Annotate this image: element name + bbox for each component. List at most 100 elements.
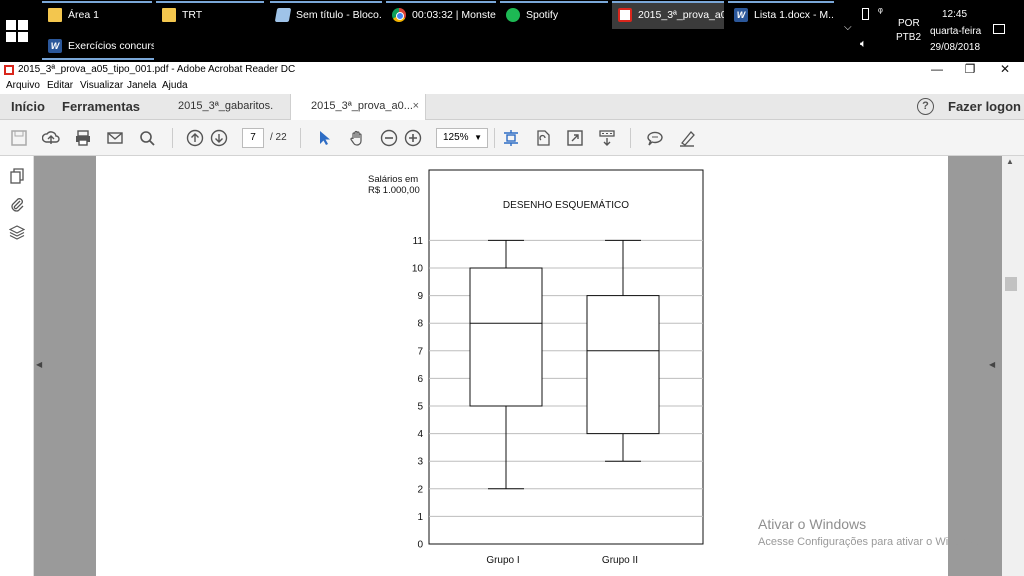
chevron-up-icon[interactable]: ⌵ xyxy=(844,22,852,33)
tab-document-gabaritos[interactable]: 2015_3ª_gabaritos. xyxy=(160,94,288,120)
y-tick-label: 6 xyxy=(417,374,423,385)
minimize-button[interactable]: — xyxy=(927,62,947,76)
y-tick-label: 4 xyxy=(417,429,423,440)
language-indicator[interactable]: POR xyxy=(898,18,920,29)
y-tick-label: 7 xyxy=(417,346,423,357)
notifications-icon[interactable] xyxy=(993,24,1005,34)
highlight-pen-icon[interactable] xyxy=(678,129,696,147)
taskbar-item-label: TRT xyxy=(182,9,203,21)
y-tick-label: 8 xyxy=(417,319,423,330)
y-tick-label: 9 xyxy=(417,291,423,302)
page-thumbnails-icon[interactable] xyxy=(9,168,25,184)
taskbar-item-chrome[interactable]: 00:03:32 | Monster... xyxy=(386,1,496,29)
help-icon[interactable]: ? xyxy=(917,98,934,115)
print-icon[interactable] xyxy=(74,129,92,147)
sign-in-button[interactable]: Fazer logon xyxy=(948,99,1021,114)
rotate-icon[interactable] xyxy=(534,129,552,147)
notepad-icon xyxy=(274,8,292,22)
chrome-icon xyxy=(392,8,406,22)
menu-visualizar[interactable]: Visualizar xyxy=(80,80,123,91)
y-axis-label-line2: R$ 1.000,00 xyxy=(368,185,420,196)
tab-document-prova[interactable]: 2015_3ª_prova_a0... × xyxy=(290,94,426,120)
zoom-out-icon[interactable] xyxy=(380,129,398,147)
clock-date[interactable]: 29/08/2018 xyxy=(930,42,980,53)
full-screen-icon[interactable] xyxy=(566,129,584,147)
taskbar-item-trt[interactable]: TRT xyxy=(156,1,264,29)
navigation-pane xyxy=(0,156,34,576)
taskbar-item-notepad[interactable]: Sem título - Bloco... xyxy=(270,1,382,29)
chart-title: DESENHO ESQUEMÁTICO xyxy=(503,198,629,211)
email-icon[interactable] xyxy=(106,129,124,147)
vertical-scrollbar[interactable]: ▲ xyxy=(1002,156,1024,576)
next-page-icon[interactable] xyxy=(210,129,228,147)
activation-watermark-text: Acesse Configurações para ativar o Windo… xyxy=(758,536,983,548)
restore-button[interactable]: ❐ xyxy=(960,62,980,76)
taskbar-item-label: Spotify xyxy=(526,9,559,21)
system-tray: ⌵ ᵠ 🔈︎ POR PTB2 12:45 quarta-feira 29/08… xyxy=(840,0,1024,62)
y-tick-label: 11 xyxy=(413,236,424,247)
battery-icon[interactable] xyxy=(862,8,869,20)
box-1 xyxy=(469,239,543,490)
collapse-left-pane-icon[interactable]: ◀ xyxy=(36,360,42,369)
acrobat-icon xyxy=(4,65,14,75)
taskbar-item-label: Área 1 xyxy=(68,9,99,21)
save-icon[interactable] xyxy=(10,129,28,147)
zoom-in-icon[interactable] xyxy=(404,129,422,147)
taskbar-item-spotify[interactable]: Spotify xyxy=(500,1,608,29)
scrollbar-thumb[interactable] xyxy=(1005,277,1017,291)
y-axis-label-line1: Salários em xyxy=(368,174,418,185)
taskbar-item-area1[interactable]: Área 1 xyxy=(42,1,152,29)
page-number-input[interactable]: 7 xyxy=(242,128,264,148)
language-layout[interactable]: PTB2 xyxy=(896,32,921,43)
close-window-button[interactable]: ✕ xyxy=(995,62,1015,76)
scroll-mode-icon[interactable] xyxy=(598,129,616,147)
select-cursor-icon[interactable] xyxy=(316,129,334,147)
y-tick-labels: 0 1 2 3 4 5 6 7 8 9 10 11 xyxy=(412,236,424,551)
box-series xyxy=(469,239,660,490)
window-title: 2015_3ª_prova_a05_tipo_001.pdf - Adobe A… xyxy=(18,64,296,75)
menu-ajuda[interactable]: Ajuda xyxy=(162,80,188,91)
y-tick-label: 0 xyxy=(417,540,423,551)
collapse-right-pane-icon[interactable]: ◀ xyxy=(989,360,995,369)
tab-bar: Início Ferramentas 2015_3ª_gabaritos. 20… xyxy=(0,94,1024,120)
activation-watermark-title: Ativar o Windows xyxy=(758,516,867,532)
zoom-select[interactable]: 125% ▼ xyxy=(436,128,488,148)
attachment-icon[interactable] xyxy=(9,196,25,212)
taskbar: Área 1 TRT Sem título - Bloco... 00:03:3… xyxy=(0,0,1024,62)
clock-time[interactable]: 12:45 xyxy=(942,9,967,20)
taskbar-item-label: Exercícios concurso... xyxy=(68,40,154,52)
menu-janela[interactable]: Janela xyxy=(127,80,156,91)
word-icon: W xyxy=(734,8,748,22)
menu-arquivo[interactable]: Arquivo xyxy=(6,80,40,91)
layers-icon[interactable] xyxy=(9,224,25,240)
scroll-up-icon[interactable]: ▲ xyxy=(1006,157,1014,166)
previous-page-icon[interactable] xyxy=(186,129,204,147)
folder-icon xyxy=(162,8,176,22)
hand-tool-icon[interactable] xyxy=(348,129,366,147)
menu-editar[interactable]: Editar xyxy=(47,80,73,91)
fit-page-icon[interactable] xyxy=(502,129,520,147)
y-tick-label: 10 xyxy=(412,264,424,275)
upload-icon[interactable] xyxy=(42,129,60,147)
taskbar-item-acrobat[interactable]: 2015_3ª_prova_a0... xyxy=(612,1,724,29)
taskbar-item-label: 2015_3ª_prova_a0... xyxy=(638,9,724,21)
window-title-bar: 2015_3ª_prova_a05_tipo_001.pdf - Adobe A… xyxy=(0,62,1024,78)
tab-label: 2015_3ª_prova_a0... xyxy=(311,100,413,112)
tab-inicio[interactable]: Início xyxy=(11,99,45,114)
search-icon[interactable] xyxy=(138,129,156,147)
tab-ferramentas[interactable]: Ferramentas xyxy=(62,99,140,114)
box-2 xyxy=(586,239,660,462)
chevron-down-icon: ▼ xyxy=(474,133,482,142)
iqr-box xyxy=(586,295,660,435)
taskbar-item-word-exercicios[interactable]: W Exercícios concurso... xyxy=(42,32,154,60)
boxplot-chart: Salários em R$ 1.000,00 DESENHO ESQUEMÁT… xyxy=(368,169,704,566)
close-tab-icon[interactable]: × xyxy=(413,100,419,112)
start-button[interactable] xyxy=(6,20,28,42)
y-tick-label: 3 xyxy=(417,457,423,468)
taskbar-item-word-lista[interactable]: W Lista 1.docx - M... xyxy=(728,1,834,29)
network-icon[interactable]: ᵠ xyxy=(878,6,883,18)
comment-icon[interactable] xyxy=(646,129,664,147)
volume-icon[interactable]: 🔈︎ xyxy=(860,38,867,51)
x-tick-label: Grupo I xyxy=(486,555,519,566)
clock-day[interactable]: quarta-feira xyxy=(930,26,981,37)
